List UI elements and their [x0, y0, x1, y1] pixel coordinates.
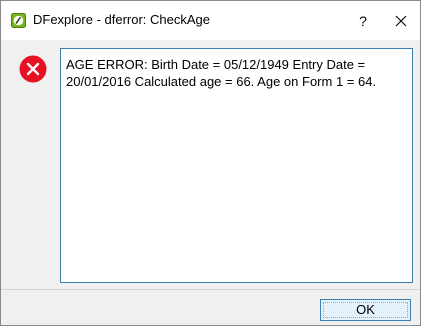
- ok-button[interactable]: OK: [320, 299, 411, 321]
- close-button[interactable]: [388, 9, 414, 33]
- close-icon: [395, 15, 407, 27]
- footer-divider: [1, 289, 420, 290]
- dfexplore-logo-icon: [11, 13, 26, 28]
- error-message-text[interactable]: AGE ERROR: Birth Date = 05/12/1949 Entry…: [60, 48, 413, 283]
- help-button[interactable]: ?: [349, 9, 377, 33]
- title-bar[interactable]: DFexplore - dferror: CheckAge ?: [1, 1, 420, 40]
- error-icon: [19, 55, 47, 83]
- window-title: DFexplore - dferror: CheckAge: [33, 12, 211, 27]
- ok-button-label: OK: [356, 302, 375, 317]
- dialog-window: DFexplore - dferror: CheckAge ? AGE ERRO…: [0, 0, 421, 326]
